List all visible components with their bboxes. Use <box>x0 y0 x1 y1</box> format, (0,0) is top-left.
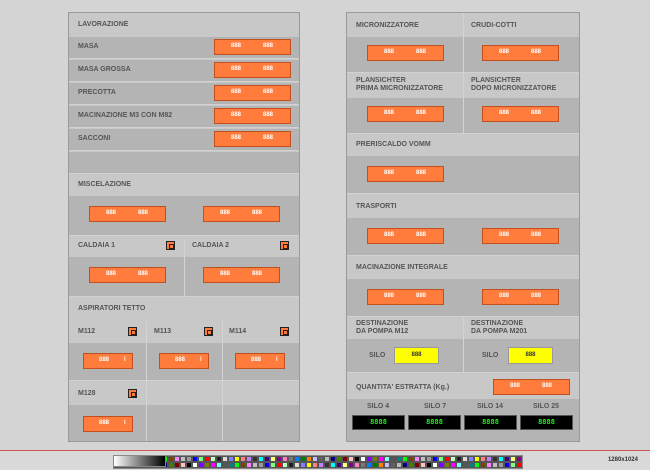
m114-toggle[interactable] <box>280 327 289 336</box>
value-box[interactable]: 888 888 <box>367 289 444 305</box>
empty-band <box>69 152 299 174</box>
m128-band: 888 l <box>69 405 299 441</box>
destinazione-1-label: DESTINAZIONE DA POMPA M12 <box>356 320 409 335</box>
value-box[interactable]: 888 l <box>83 353 133 369</box>
value-box[interactable]: 888 888 <box>214 39 291 55</box>
macinazione-label: MACINAZIONE INTEGRALE <box>356 264 448 271</box>
silo-value-1[interactable]: 888 <box>394 347 439 364</box>
caldaia-2-toggle[interactable] <box>280 241 289 250</box>
row-label: MASA GROSSA <box>78 66 131 73</box>
value-box[interactable]: 888 888 <box>89 267 166 283</box>
value-box[interactable]: 888 l <box>83 416 133 432</box>
destinazione-2-label: DESTINAZIONE DA POMPA M201 <box>471 320 528 335</box>
row-label: MACINAZIONE M3 CON M82 <box>78 112 173 119</box>
silo-value-2[interactable]: 888 <box>508 347 553 364</box>
value-box[interactable]: 888 888 <box>367 106 444 122</box>
quantita-value[interactable]: 888 888 <box>493 379 570 395</box>
row-label: PRECOTTA <box>78 89 116 96</box>
row-masa-grossa: MASA GROSSA 888 888 <box>69 60 299 82</box>
row-macinazione-m3: MACINAZIONE M3 CON M82 888 888 <box>69 106 299 128</box>
divider <box>222 321 223 441</box>
value-box[interactable]: 888 l <box>159 353 209 369</box>
silos-band: SILO 4 SILO 7 SILO 14 SILO 25 8888 8888 … <box>347 399 579 441</box>
silo-14-label: SILO 14 <box>477 403 504 410</box>
row-masa: MASA 888 888 <box>69 37 299 59</box>
value-box[interactable]: 888 888 <box>203 206 280 222</box>
left-panel: LAVORAZIONE MASA 888 888 MASA GROSSA 888 8… <box>68 12 300 442</box>
macinazione-band: 888 888 888 888 <box>347 279 579 317</box>
lavorazione-title: LAVORAZIONE <box>78 21 129 28</box>
resolution-label: 1280x1024 <box>607 457 638 463</box>
miscelazione-band: 888 888 888 888 <box>69 196 299 236</box>
value-box[interactable]: 888 888 <box>367 166 444 182</box>
right-panel: MICRONIZZATORE CRUDI-COTTI 888 888 888 888… <box>346 12 580 442</box>
divider <box>146 321 147 441</box>
divider <box>184 239 185 297</box>
silo-label: SILO <box>369 352 386 359</box>
value-box[interactable]: 888 888 <box>214 62 291 78</box>
value-box[interactable]: 888 888 <box>214 85 291 101</box>
silo-label: SILO <box>482 352 499 359</box>
micronizzatore-label: MICRONIZZATORE <box>356 22 419 29</box>
value-box[interactable]: 888 888 <box>203 267 280 283</box>
plansichter-2-label: PLANSICHTER DOPO MICRONIZZATORE <box>471 77 557 92</box>
value-box[interactable]: 888 888 <box>89 206 166 222</box>
row-precotta: PRECOTTA 888 888 <box>69 83 299 105</box>
row-label: MASA <box>78 43 99 50</box>
silo-4-display: 8888 <box>352 415 405 430</box>
palette-swatch[interactable] <box>516 462 522 468</box>
silo-7-display: 8888 <box>408 415 461 430</box>
value-box[interactable]: 888 888 <box>214 131 291 147</box>
value-box[interactable]: 888 888 <box>367 45 444 61</box>
crudi-cotti-label: CRUDI-COTTI <box>471 22 517 29</box>
caldaia-1-toggle[interactable] <box>166 241 175 250</box>
m112-toggle[interactable] <box>128 327 137 336</box>
value-box[interactable]: 888 888 <box>482 228 559 244</box>
aspiratori-title: ASPIRATORI TETTO <box>78 305 146 312</box>
m128-label: M128 <box>78 390 96 397</box>
grayscale-gradient[interactable] <box>113 455 166 467</box>
preriscaldo-band: 888 888 <box>347 156 579 194</box>
m114-label: M114 <box>229 328 247 335</box>
silo-25-display: 8888 <box>520 415 573 430</box>
trasporti-label: TRASPORTI <box>356 203 397 210</box>
silo-4-label: SILO 4 <box>367 403 390 410</box>
row-label: SACCONI <box>78 135 111 142</box>
quantita-label: QUANTITA' ESTRATTA (Kg.) <box>356 384 450 391</box>
value-box[interactable]: 888 888 <box>482 45 559 61</box>
m112-label: M112 <box>78 328 96 335</box>
aspiratori-band: 888 l 888 l 888 l <box>69 343 299 381</box>
value-box[interactable]: 888 888 <box>367 228 444 244</box>
divider <box>463 13 464 133</box>
caldaia-2-label: CALDAIA 2 <box>192 242 230 249</box>
value-box[interactable]: 888 888 <box>214 108 291 124</box>
m113-label: M113 <box>154 328 172 335</box>
m113-toggle[interactable] <box>204 327 213 336</box>
color-palette[interactable] <box>113 455 523 469</box>
caldaia-1-label: CALDAIA 1 <box>78 242 116 249</box>
divider <box>463 317 464 373</box>
silo-14-display: 8888 <box>464 415 517 430</box>
plansichter-1-label: PLANSICHTER PRIMA MICRONIZZATORE <box>356 77 443 92</box>
value-box[interactable]: 888 888 <box>482 106 559 122</box>
row-sacconi: SACCONI 888 888 <box>69 129 299 151</box>
silo-25-label: SILO 25 <box>533 403 560 410</box>
m128-toggle[interactable] <box>128 389 137 398</box>
value-box[interactable]: 888 l <box>235 353 285 369</box>
miscelazione-title: MISCELAZIONE <box>78 181 131 188</box>
value-box[interactable]: 888 888 <box>482 289 559 305</box>
preriscaldo-label: PRERISCALDO VOMM <box>356 141 431 148</box>
silo-7-label: SILO 7 <box>424 403 447 410</box>
trasporti-band: 888 888 888 888 <box>347 218 579 256</box>
